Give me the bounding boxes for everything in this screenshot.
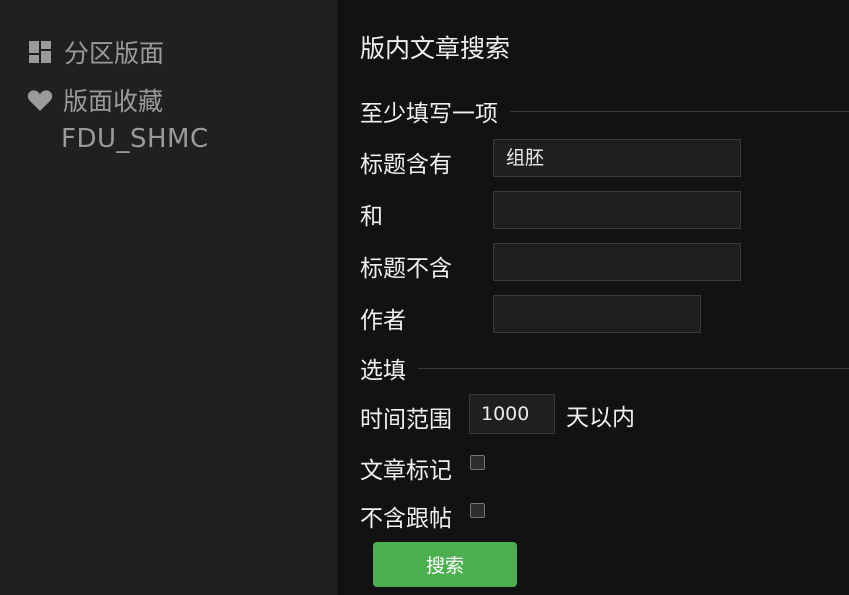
- article-mark-label: 文章标记: [360, 458, 452, 484]
- no-reply-checkbox[interactable]: [470, 503, 485, 518]
- search-panel: 版内文章搜索 至少填写一项 标题含有 组胚 和 标题不含 作者 选填 时间范围 …: [337, 0, 849, 595]
- sidebar-item-label: 分区版面: [64, 39, 165, 68]
- section-required: 至少填写一项: [360, 94, 849, 128]
- heart-icon: [27, 87, 53, 113]
- sidebar-item-favorites[interactable]: 版面收藏: [27, 82, 163, 118]
- title-contains-input[interactable]: 组胚: [493, 139, 741, 177]
- sidebar-item-sections[interactable]: 分区版面: [28, 34, 164, 70]
- author-label: 作者: [360, 308, 406, 334]
- author-input[interactable]: [493, 295, 701, 333]
- article-mark-checkbox[interactable]: [470, 455, 485, 470]
- and-label: 和: [360, 204, 383, 230]
- section-required-label: 至少填写一项: [360, 101, 498, 127]
- favorite-board-link[interactable]: FDU_SHMC: [61, 124, 209, 154]
- title-excludes-label: 标题不含: [360, 256, 452, 282]
- title-excludes-input[interactable]: [493, 243, 741, 281]
- page-title: 版内文章搜索: [360, 34, 511, 63]
- time-range-label: 时间范围: [360, 407, 452, 433]
- title-contains-label: 标题含有: [360, 152, 452, 178]
- no-reply-label: 不含跟帖: [360, 506, 452, 532]
- days-input[interactable]: 1000: [469, 394, 555, 434]
- days-suffix: 天以内: [566, 405, 635, 431]
- sidebar: 分区版面 版面收藏 FDU_SHMC: [0, 0, 337, 595]
- section-divider: [510, 110, 849, 112]
- sidebar-item-label: 版面收藏: [63, 87, 164, 116]
- and-input[interactable]: [493, 191, 741, 229]
- section-optional: 选填: [360, 351, 849, 385]
- section-optional-label: 选填: [360, 358, 406, 384]
- dashboard-icon: [28, 39, 54, 65]
- section-divider: [418, 367, 849, 369]
- search-button[interactable]: 搜索: [373, 542, 517, 587]
